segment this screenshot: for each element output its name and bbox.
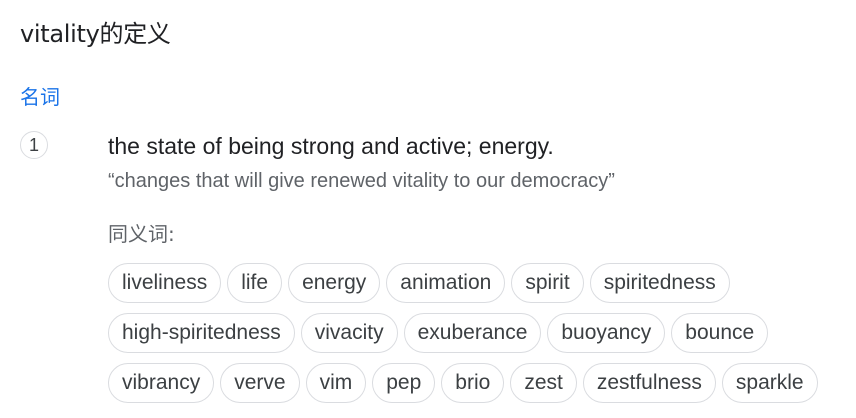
synonym-chip[interactable]: animation	[386, 263, 506, 303]
synonym-chip[interactable]: bounce	[671, 313, 769, 353]
synonym-chip[interactable]: energy	[288, 263, 381, 303]
synonym-chip[interactable]: high-spiritedness	[108, 313, 295, 353]
part-of-speech-label: 名词	[20, 85, 60, 109]
synonym-chip[interactable]: sparkle	[721, 363, 818, 403]
synonym-chip[interactable]: exuberance	[403, 313, 542, 353]
synonym-chip[interactable]: buoyancy	[547, 313, 666, 353]
synonyms-label: 同义词:	[108, 222, 175, 246]
synonym-chip[interactable]: vim	[305, 363, 367, 403]
synonym-chip[interactable]: brio	[441, 363, 505, 403]
sense-example: “changes that will give renewed vitality…	[108, 170, 615, 192]
headword-title: vitality的定义	[20, 20, 171, 48]
synonym-chip[interactable]: vivacity	[300, 313, 398, 353]
synonym-chip[interactable]: zest	[510, 363, 577, 403]
synonym-chip-list: liveliness life energy animation spirit …	[108, 263, 856, 403]
sense-definition: the state of being strong and active; en…	[108, 133, 554, 159]
synonym-chip[interactable]: pep	[372, 363, 436, 403]
synonym-chip[interactable]: spirit	[511, 263, 584, 303]
dictionary-card: vitality的定义 名词 1 the state of being stro…	[0, 0, 856, 418]
synonym-chip[interactable]: life	[227, 263, 283, 303]
sense-number-badge: 1	[20, 131, 48, 159]
synonym-chip[interactable]: zestfulness	[582, 363, 716, 403]
synonym-chip[interactable]: vibrancy	[108, 363, 215, 403]
synonym-chip[interactable]: verve	[220, 363, 300, 403]
synonym-chip[interactable]: liveliness	[108, 263, 222, 303]
synonym-chip[interactable]: spiritedness	[589, 263, 730, 303]
